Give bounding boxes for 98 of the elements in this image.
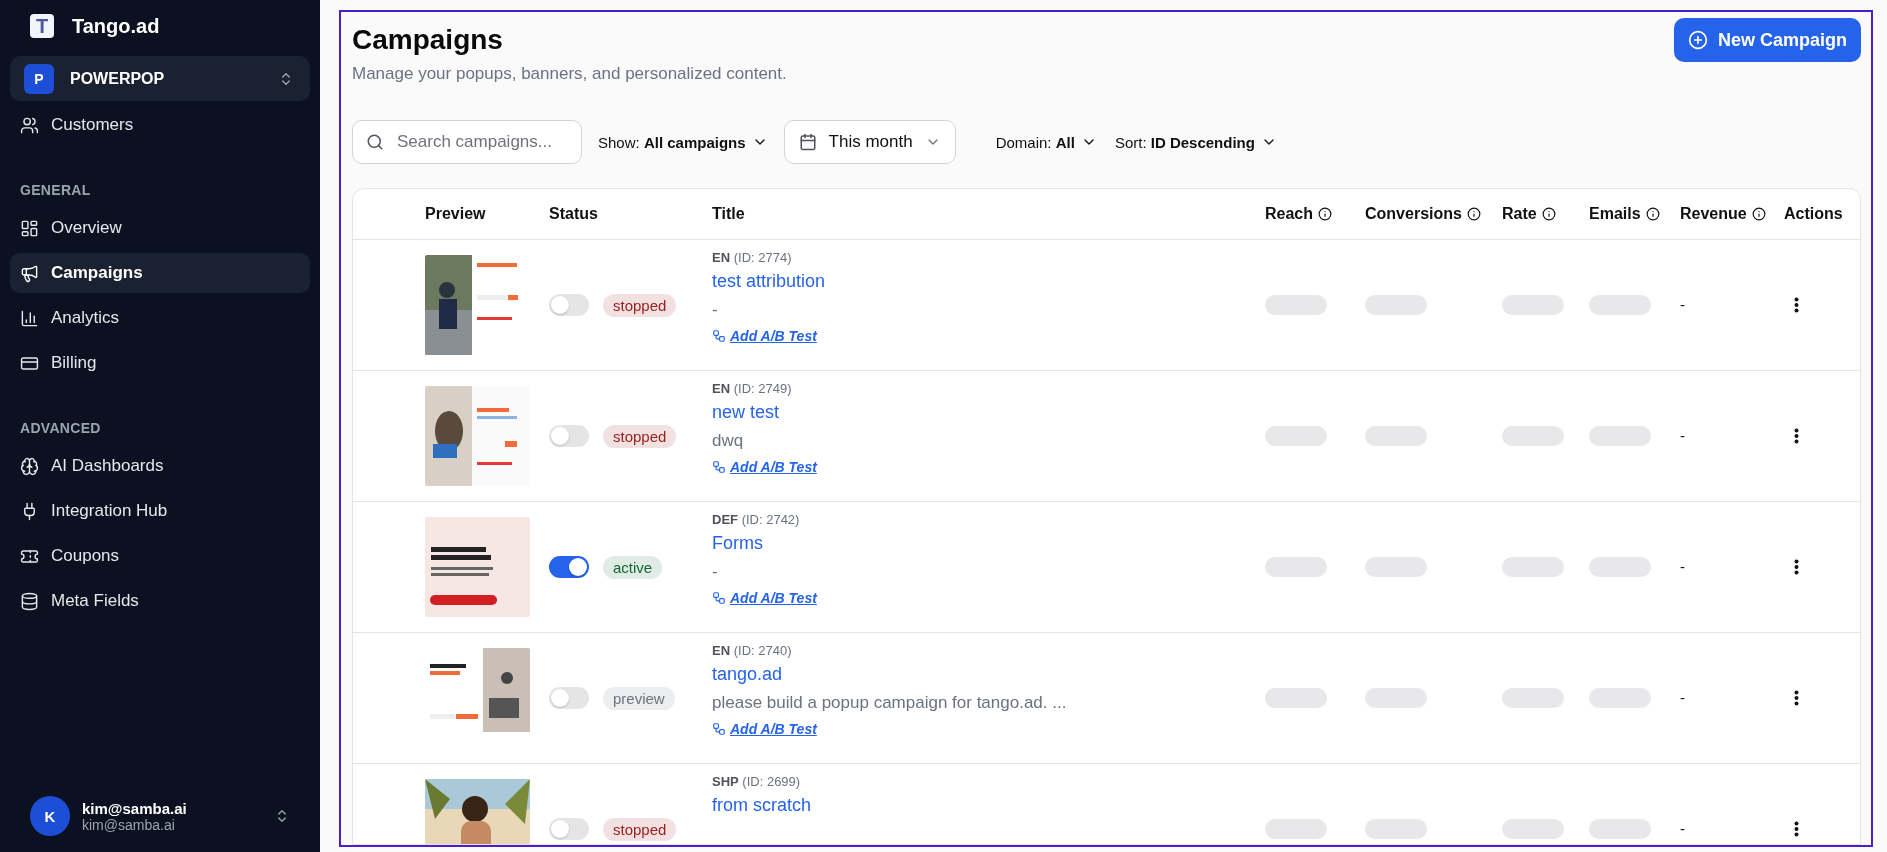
user-email: kim@samba.ai	[82, 816, 176, 833]
status-badge: stopped	[603, 293, 677, 317]
more-icon	[1794, 690, 1799, 706]
column-header: Rate	[1502, 205, 1537, 223]
add-ab-test-link[interactable]: Add A/B Test	[712, 328, 817, 344]
nav-item[interactable]: Billing	[10, 343, 310, 383]
campaign-description: -	[712, 300, 719, 320]
user-menu[interactable]: K kim@samba.ai kim@samba.ai	[10, 796, 310, 836]
show-filter[interactable]: Show: All campaigns	[598, 133, 768, 151]
add-ab-test-link[interactable]: Add A/B Test	[712, 721, 817, 737]
workspace-name: POWERPOP	[70, 69, 166, 88]
nav-icon	[20, 218, 39, 238]
campaign-description: -	[712, 562, 719, 582]
nav-icon	[20, 591, 39, 611]
revenue-cell: -	[1680, 427, 1685, 444]
user-name: kim@samba.ai	[82, 799, 188, 817]
nav-item[interactable]: Meta Fields	[10, 581, 310, 621]
more-button[interactable]	[1794, 428, 1799, 444]
revenue-cell: -	[1680, 689, 1685, 706]
nav-item[interactable]: Campaigns	[10, 253, 310, 293]
more-icon	[1794, 821, 1799, 837]
logo-icon: T	[30, 14, 54, 38]
revenue-cell: -	[1680, 558, 1685, 575]
nav-icon	[20, 263, 39, 283]
search-field[interactable]: Search campaigns...	[352, 120, 582, 164]
status-toggle[interactable]	[549, 818, 589, 840]
workflow-icon	[712, 591, 726, 605]
status-badge: stopped	[603, 817, 677, 841]
column-header: Title	[712, 205, 745, 223]
status-toggle[interactable]	[549, 556, 589, 578]
section-heading: GENERAL	[19, 182, 92, 198]
add-ab-test-link[interactable]: Add A/B Test	[712, 590, 817, 606]
section-heading: ADVANCED	[19, 420, 102, 436]
nav-item[interactable]: AI Dashboards	[10, 446, 310, 486]
info-icon	[1318, 207, 1333, 221]
status-toggle[interactable]	[549, 425, 589, 447]
campaign-meta: EN (ID: 2740)	[712, 643, 793, 658]
sort-filter[interactable]: Sort: ID Descending	[1114, 133, 1277, 151]
more-icon	[1794, 297, 1799, 313]
status-toggle[interactable]	[549, 294, 589, 316]
nav-icon	[20, 456, 39, 476]
campaign-meta: EN (ID: 2749)	[712, 381, 793, 396]
more-button[interactable]	[1794, 297, 1799, 313]
campaign-meta: EN (ID: 2774)	[712, 250, 793, 265]
nav-icon	[20, 308, 39, 328]
status-badge: preview	[603, 686, 675, 710]
more-button[interactable]	[1794, 690, 1799, 706]
user-avatar: K	[30, 796, 70, 836]
column-header: Revenue	[1680, 205, 1747, 223]
column-header: Conversions	[1365, 205, 1462, 223]
revenue-cell: -	[1680, 820, 1685, 837]
nav-icon	[20, 115, 39, 135]
revenue-cell: -	[1680, 296, 1685, 313]
domain-filter[interactable]: Domain: All	[995, 133, 1097, 151]
campaign-title-link[interactable]: new test	[712, 402, 1265, 423]
column-header: Actions	[1784, 205, 1843, 223]
app-name: Tango.ad	[72, 14, 160, 38]
page-title: Campaigns	[352, 24, 504, 56]
campaign-description: please build a popup campaign for tango.ad. ...	[712, 693, 1068, 713]
status-badge: active	[603, 555, 663, 579]
workflow-icon	[712, 329, 726, 343]
more-button[interactable]	[1794, 821, 1799, 837]
status-toggle[interactable]	[549, 687, 589, 709]
campaign-title-link[interactable]: Forms	[712, 533, 1265, 554]
campaign-title-link[interactable]: test attribution	[712, 271, 1265, 292]
column-header: Status	[549, 205, 598, 223]
nav-item[interactable]: Coupons	[10, 536, 310, 576]
page-subtitle: Manage your popups, banners, and personalized content.	[352, 64, 787, 84]
workflow-icon	[712, 460, 726, 474]
nav-item[interactable]: Overview	[10, 208, 310, 248]
campaign-title-link[interactable]: tango.ad	[712, 664, 1265, 685]
column-header: Emails	[1589, 205, 1641, 223]
workspace-avatar: P	[24, 63, 54, 94]
more-button[interactable]	[1794, 559, 1799, 575]
calendar-icon	[798, 133, 817, 151]
new-campaign-button[interactable]: New Campaign	[1673, 18, 1861, 62]
add-ab-test-link[interactable]: Add A/B Test	[712, 459, 817, 475]
plus-icon	[1687, 30, 1708, 50]
date-filter[interactable]: This month	[783, 120, 956, 164]
info-icon	[1751, 207, 1766, 221]
nav-item[interactable]: Analytics	[10, 298, 310, 338]
campaign-description: dwq	[712, 431, 745, 451]
column-header: Reach	[1265, 205, 1314, 223]
workflow-icon	[712, 722, 726, 736]
search-icon	[366, 133, 384, 151]
status-badge: stopped	[603, 424, 677, 448]
info-icon	[1645, 207, 1660, 221]
campaign-title-link[interactable]: from scratch	[712, 795, 1265, 816]
campaign-meta: DEF (ID: 2742)	[712, 512, 801, 527]
info-icon	[1541, 207, 1556, 221]
nav-item[interactable]: Integration Hub	[10, 491, 310, 531]
workspace-switcher[interactable]: P POWERPOP	[10, 56, 310, 101]
more-icon	[1794, 559, 1799, 575]
info-icon	[1466, 207, 1481, 221]
nav-item[interactable]: Customers	[10, 105, 310, 145]
more-icon	[1794, 428, 1799, 444]
column-header: Preview	[425, 205, 486, 223]
campaign-meta: SHP (ID: 2699)	[712, 774, 802, 789]
